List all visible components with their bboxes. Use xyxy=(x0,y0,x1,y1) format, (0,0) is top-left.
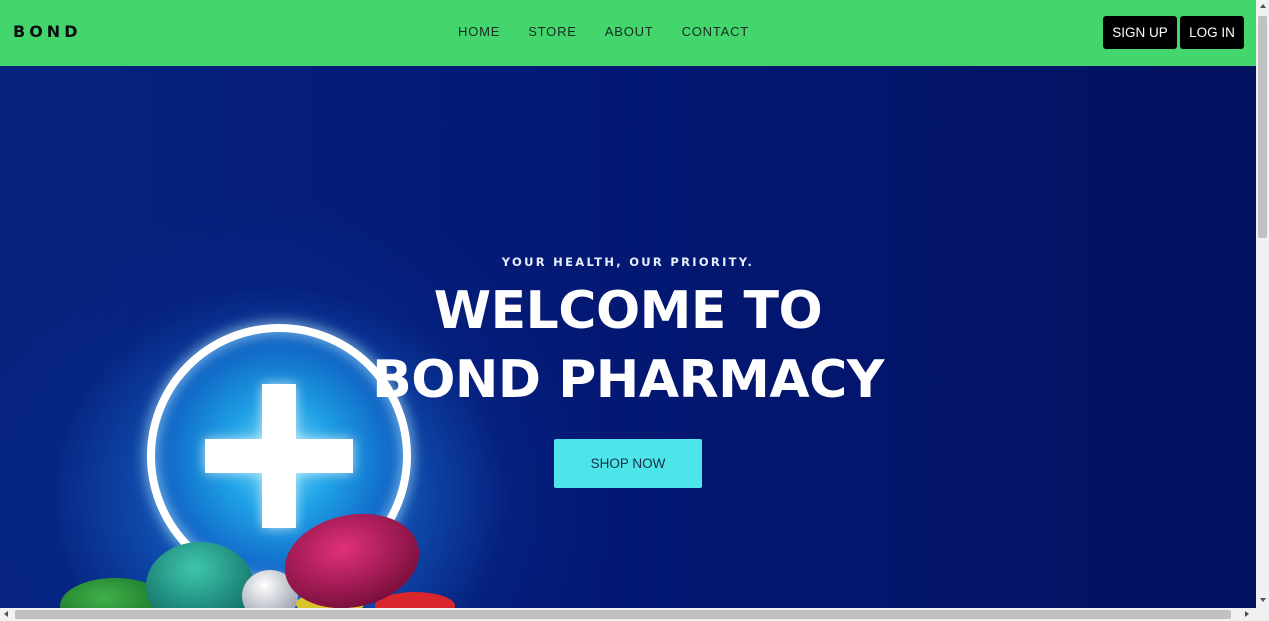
nav-links: HOME STORE ABOUT CONTACT xyxy=(450,24,777,39)
hero-section: YOUR HEALTH, OUR PRIORITY. WELCOME TO BO… xyxy=(0,66,1256,608)
horizontal-scrollbar[interactable] xyxy=(0,608,1269,621)
nav-link-store[interactable]: STORE xyxy=(528,24,577,39)
hero-headline-line2: BOND PHARMACY xyxy=(372,350,884,410)
scroll-right-arrow-icon[interactable] xyxy=(1245,611,1249,617)
scroll-up-arrow-icon[interactable] xyxy=(1260,4,1266,8)
vertical-scrollbar-thumb[interactable] xyxy=(1258,16,1267,238)
shop-now-button[interactable]: SHOP NOW xyxy=(554,439,702,488)
horizontal-scrollbar-thumb[interactable] xyxy=(15,610,1231,619)
vertical-scrollbar[interactable] xyxy=(1256,0,1269,608)
hero-headline-line1: WELCOME TO xyxy=(433,281,823,341)
nav-link-home[interactable]: HOME xyxy=(458,24,500,39)
brand-logo[interactable]: BOND xyxy=(13,22,81,41)
nav-link-contact[interactable]: CONTACT xyxy=(682,24,749,39)
nav-link-about[interactable]: ABOUT xyxy=(605,24,654,39)
scroll-left-arrow-icon[interactable] xyxy=(4,611,8,617)
scroll-down-arrow-icon[interactable] xyxy=(1260,598,1266,602)
log-in-button[interactable]: LOG IN xyxy=(1180,16,1244,49)
sign-up-button[interactable]: SIGN UP xyxy=(1103,16,1177,49)
hero-tagline: YOUR HEALTH, OUR PRIORITY. xyxy=(501,255,755,269)
top-navbar: BOND HOME STORE ABOUT CONTACT SIGN UP LO… xyxy=(0,0,1256,66)
